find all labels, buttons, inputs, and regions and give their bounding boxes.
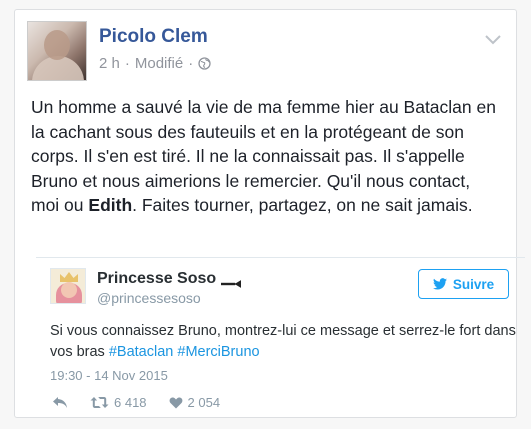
tweet-avatar[interactable] — [50, 268, 86, 304]
heart-icon[interactable] — [169, 396, 183, 409]
like-action[interactable]: 2 054 — [169, 395, 221, 410]
tweet-date[interactable]: 19:30 - 14 Nov 2015 — [50, 368, 168, 383]
retweet-icon[interactable] — [90, 396, 109, 409]
meta-separator: · — [124, 55, 130, 72]
twitter-bird-icon — [432, 278, 447, 290]
pen-icon — [221, 275, 242, 289]
tweet-author-name[interactable]: Princesse Soso — [97, 270, 242, 289]
tweet-name-text[interactable]: Princesse Soso — [97, 270, 216, 288]
author-avatar[interactable] — [27, 21, 87, 81]
post-body: Un homme a sauvé la vie de ma femme hier… — [31, 95, 501, 218]
reply-icon[interactable] — [52, 396, 68, 409]
post-meta: 2 h · Modifié · — [99, 55, 211, 72]
reply-action[interactable] — [52, 396, 68, 409]
post-time[interactable]: 2 h — [99, 55, 120, 72]
retweet-action[interactable]: 6 418 — [90, 395, 147, 410]
post-body-bold: Edith — [88, 195, 133, 215]
post-author[interactable]: Picolo Clem — [99, 26, 208, 48]
chevron-down-icon[interactable] — [484, 32, 502, 46]
embedded-tweet[interactable]: Princesse Soso @princessesoso Suivre Si … — [36, 257, 525, 417]
post-body-text-end: . Faites tourner, partagez, on ne sait j… — [132, 195, 473, 215]
like-count: 2 054 — [187, 395, 221, 410]
hashtag-mercibruno[interactable]: #MerciBruno — [177, 344, 259, 360]
follow-button[interactable]: Suivre — [418, 269, 509, 299]
meta-separator: · — [188, 55, 194, 72]
edited-label[interactable]: Modifié — [135, 55, 183, 72]
tweet-text: Si vous connaissez Bruno, montrez-lui ce… — [50, 321, 520, 363]
facebook-post: Picolo Clem 2 h · Modifié · Un homme a s… — [14, 9, 525, 418]
hashtag-bataclan[interactable]: #Bataclan — [109, 344, 174, 360]
retweet-count: 6 418 — [114, 395, 147, 410]
globe-icon[interactable] — [198, 57, 211, 70]
tweet-actions: 6 418 2 054 — [52, 395, 242, 410]
tweet-handle[interactable]: @princessesoso — [97, 290, 201, 306]
follow-label: Suivre — [452, 276, 495, 292]
